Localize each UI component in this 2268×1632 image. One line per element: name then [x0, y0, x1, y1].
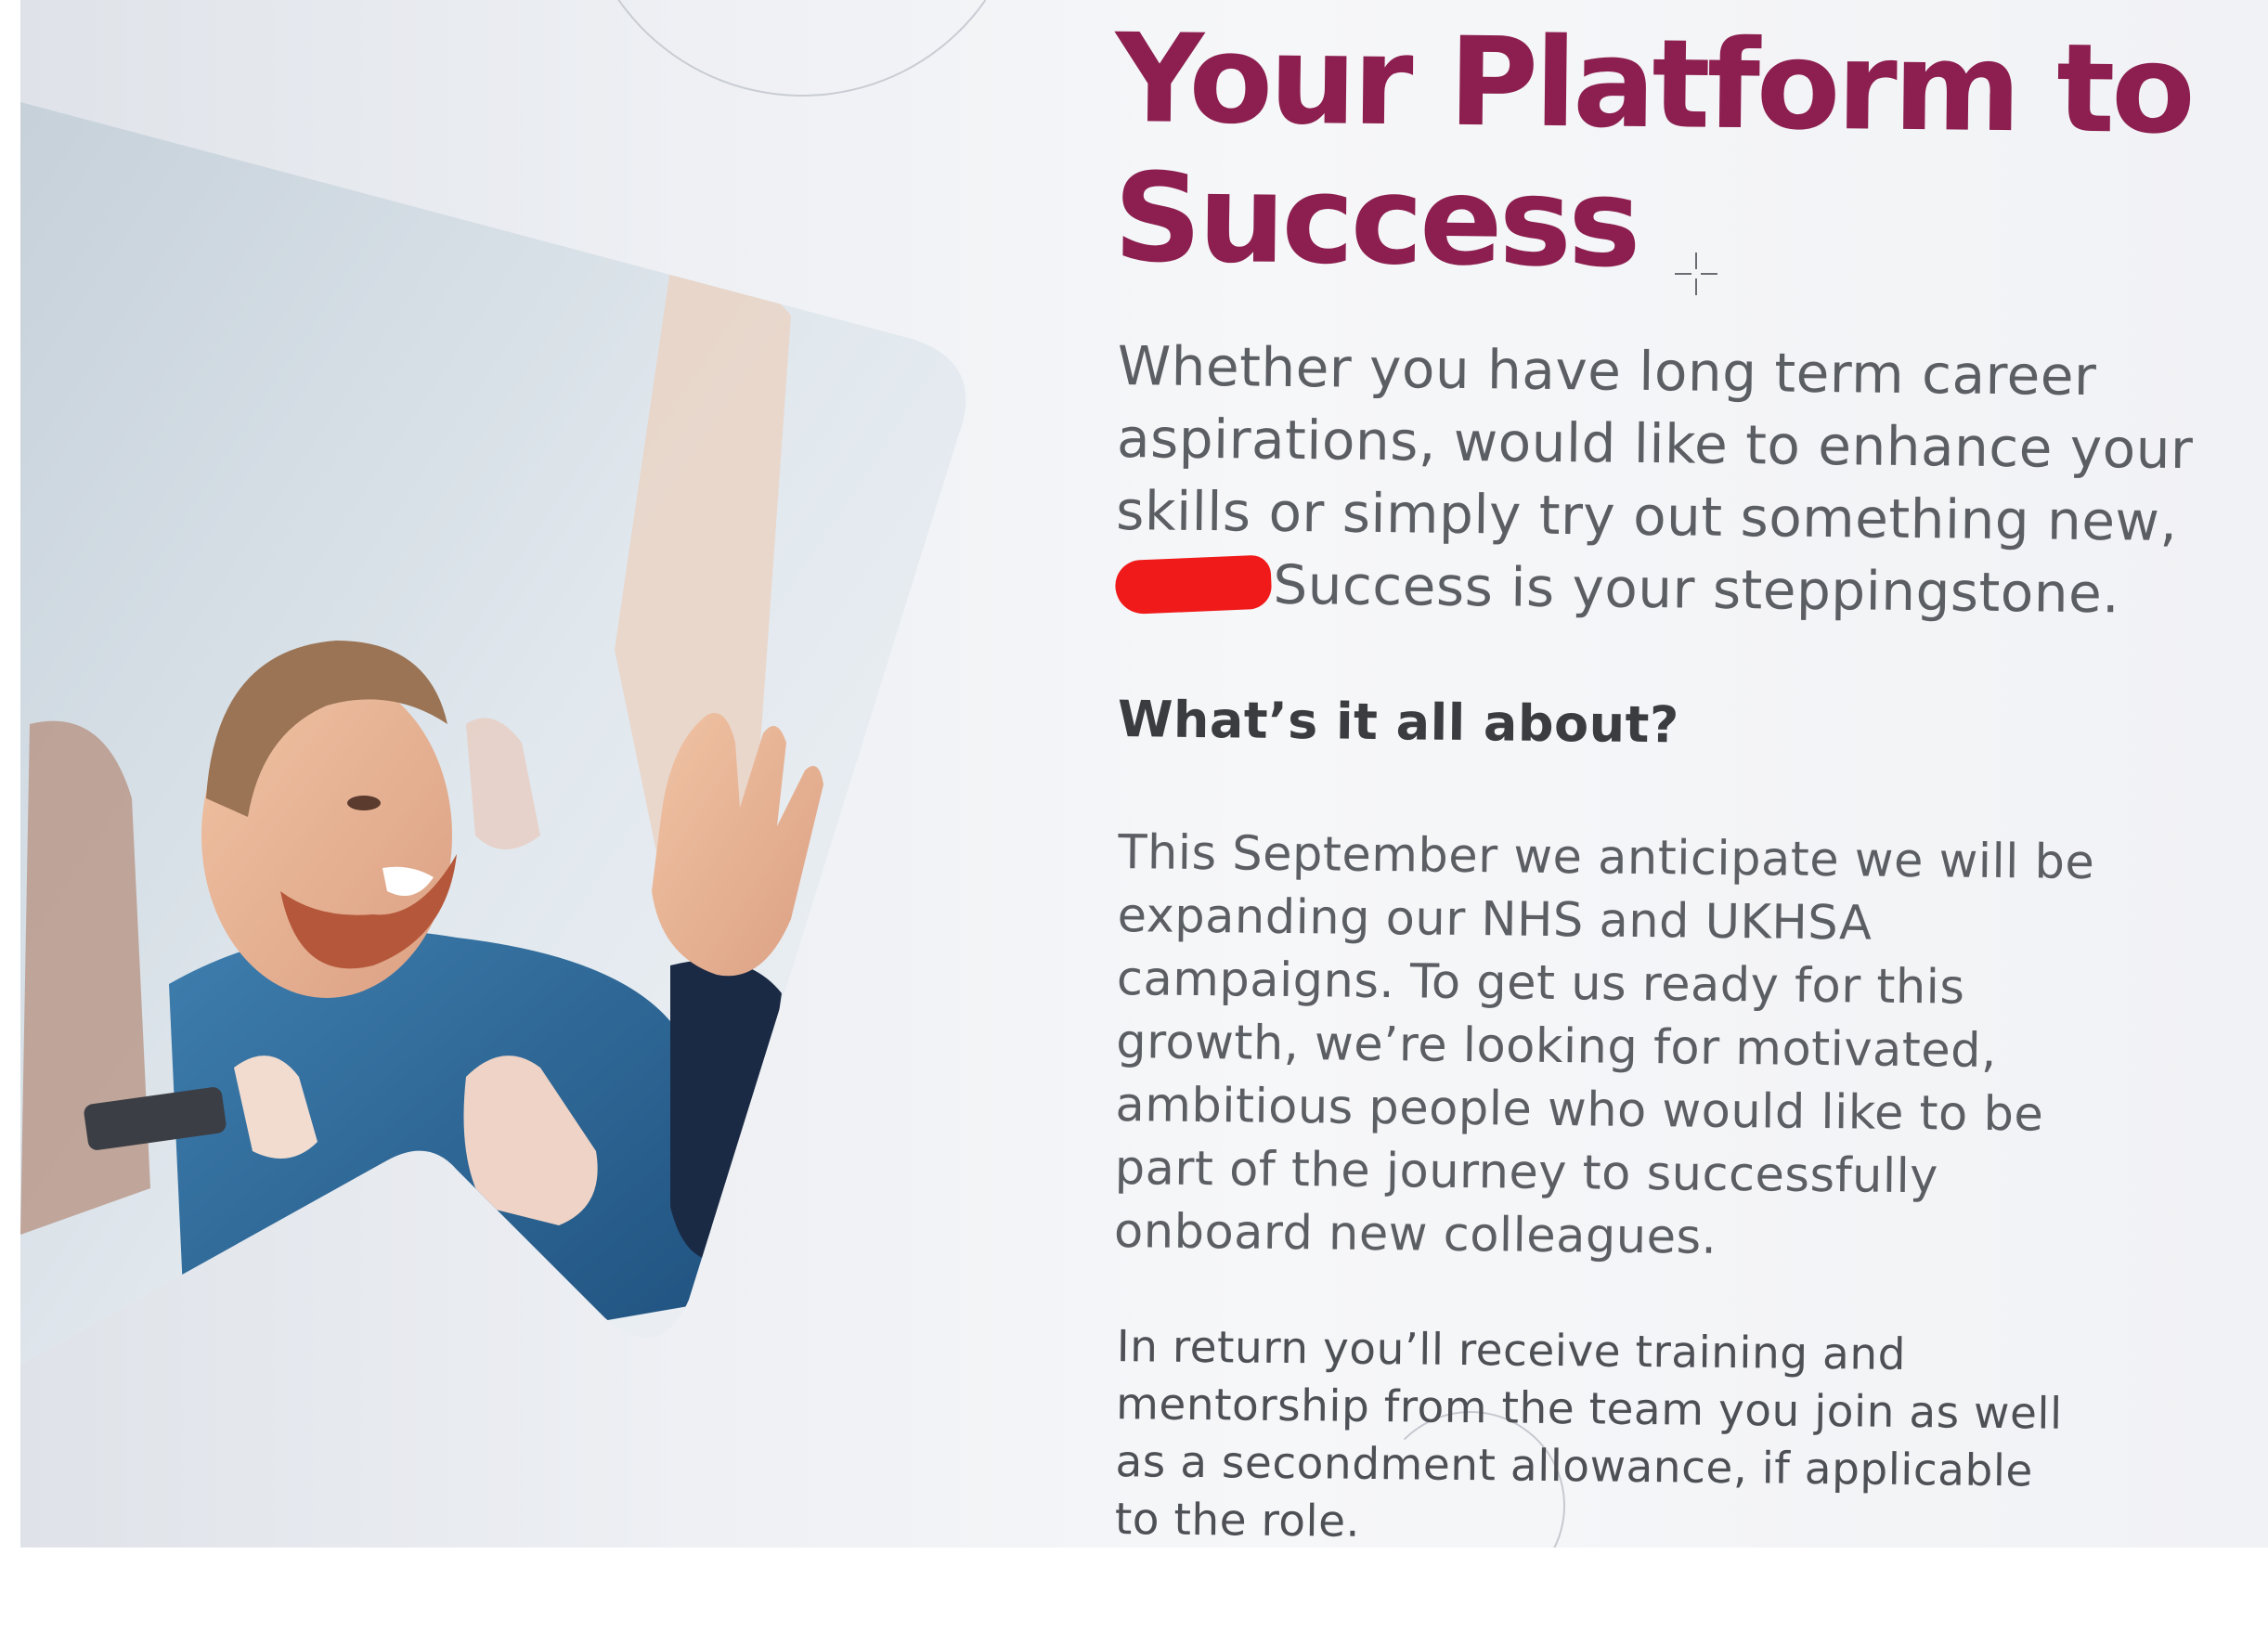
redaction-mark: [1114, 554, 1273, 615]
bottom-blank-strip: [0, 1548, 2268, 1632]
body-2-line: as a secondment allowance, if applicable: [1115, 1436, 2034, 1497]
body-2-line: In return you’ll receive training and: [1116, 1321, 1907, 1380]
body-1-line: ambitious people who would like to be: [1115, 1078, 2044, 1143]
intro-line-1: Whether you have long term career: [1117, 334, 2097, 408]
intro-line-4: Success is your steppingstone.: [1273, 552, 2120, 626]
body-1-line: onboard new colleagues.: [1113, 1204, 1717, 1265]
section-heading: What’s it all about?: [1117, 690, 1680, 755]
body-2-line: to the role.: [1114, 1494, 1361, 1548]
main-content: Your Platform to Success Whether you hav…: [1113, 0, 2267, 1548]
body-1-line: expanding our NHS and UKHSA: [1117, 888, 1873, 952]
body-paragraph-1: This September we anticipate we will be …: [1114, 822, 2214, 1275]
intro-paragraph: Whether you have long term career aspira…: [1114, 330, 2250, 631]
body-paragraph-2: In return you’ll receive training and me…: [1115, 1318, 2195, 1548]
body-1-line: growth, we’re looking for motivated,: [1115, 1015, 1998, 1079]
intro-line-2: aspirations, would like to enhance your: [1116, 407, 2194, 482]
body-1-line: campaigns. To get us ready for this: [1116, 952, 1965, 1016]
body-1-line: part of the journey to successfully: [1114, 1141, 1939, 1205]
page-title: Your Platform to Success: [1112, 6, 2267, 300]
intro-line-3: skills or simply try out something new,: [1115, 479, 2178, 554]
screen-photo: Your Platform to Success Whether you hav…: [20, 0, 2268, 1548]
page-title-line-2: Success: [1112, 146, 1639, 295]
celebrating-man-photo: [20, 0, 1042, 1548]
body-2-line: mentorship from the team you join as wel…: [1115, 1379, 2063, 1440]
page-title-line-1: Your Platform to: [1114, 6, 2193, 162]
body-1-line: This September we anticipate we will be: [1118, 825, 2095, 891]
